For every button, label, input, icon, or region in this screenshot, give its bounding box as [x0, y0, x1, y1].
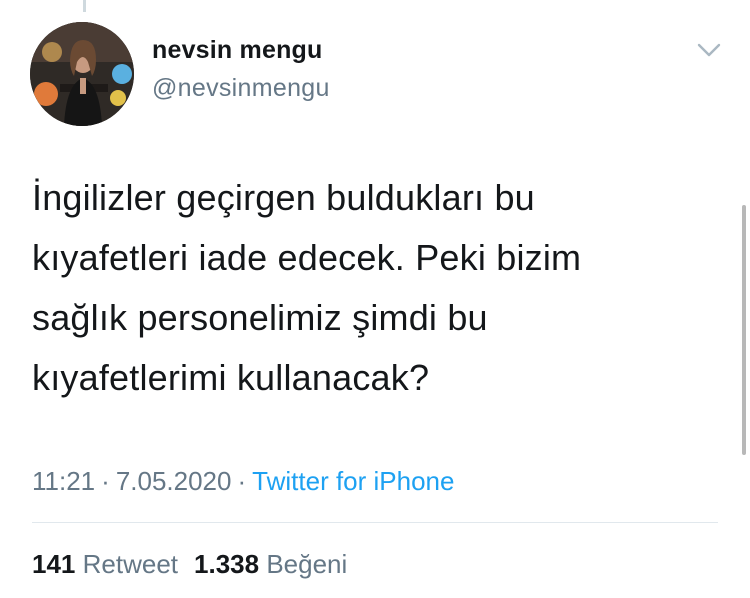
author-name[interactable]: nevsin mengu — [152, 36, 323, 65]
tweet-time: 11:21 — [32, 466, 96, 496]
divider — [32, 522, 718, 523]
like-label[interactable]: Beğeni — [266, 549, 347, 579]
tweet-text-line: İngilizler geçirgen buldukları bu — [32, 177, 535, 218]
chevron-down-icon[interactable] — [695, 40, 723, 60]
tweet-metadata: 11:21 · 7.05.2020 · Twitter for iPhone — [32, 466, 454, 497]
avatar[interactable] — [30, 22, 134, 126]
retweet-label[interactable]: Retweet — [83, 549, 178, 579]
meta-separator: · — [101, 466, 110, 496]
like-count[interactable]: 1.338 — [194, 549, 259, 579]
tweet-text: İngilizler geçirgen buldukları bu kıyafe… — [32, 168, 712, 408]
author-handle[interactable]: @nevsinmengu — [152, 74, 330, 103]
avatar-photo — [30, 22, 134, 126]
retweet-count[interactable]: 141 — [32, 549, 75, 579]
tweet-source-link[interactable]: Twitter for iPhone — [252, 466, 454, 496]
tweet-text-line: sağlık personelimiz şimdi bu — [32, 297, 488, 338]
tweet-date: 7.05.2020 — [115, 466, 232, 496]
thread-connector-line — [83, 0, 86, 12]
tweet-text-line: kıyafetlerimi kullanacak? — [32, 357, 430, 398]
scrollbar[interactable] — [742, 205, 746, 455]
meta-separator: · — [237, 466, 247, 496]
engagement-stats: 141 Retweet 1.338 Beğeni — [32, 549, 347, 580]
tweet-text-line: kıyafetleri iade edecek. Peki bizim — [32, 237, 582, 278]
